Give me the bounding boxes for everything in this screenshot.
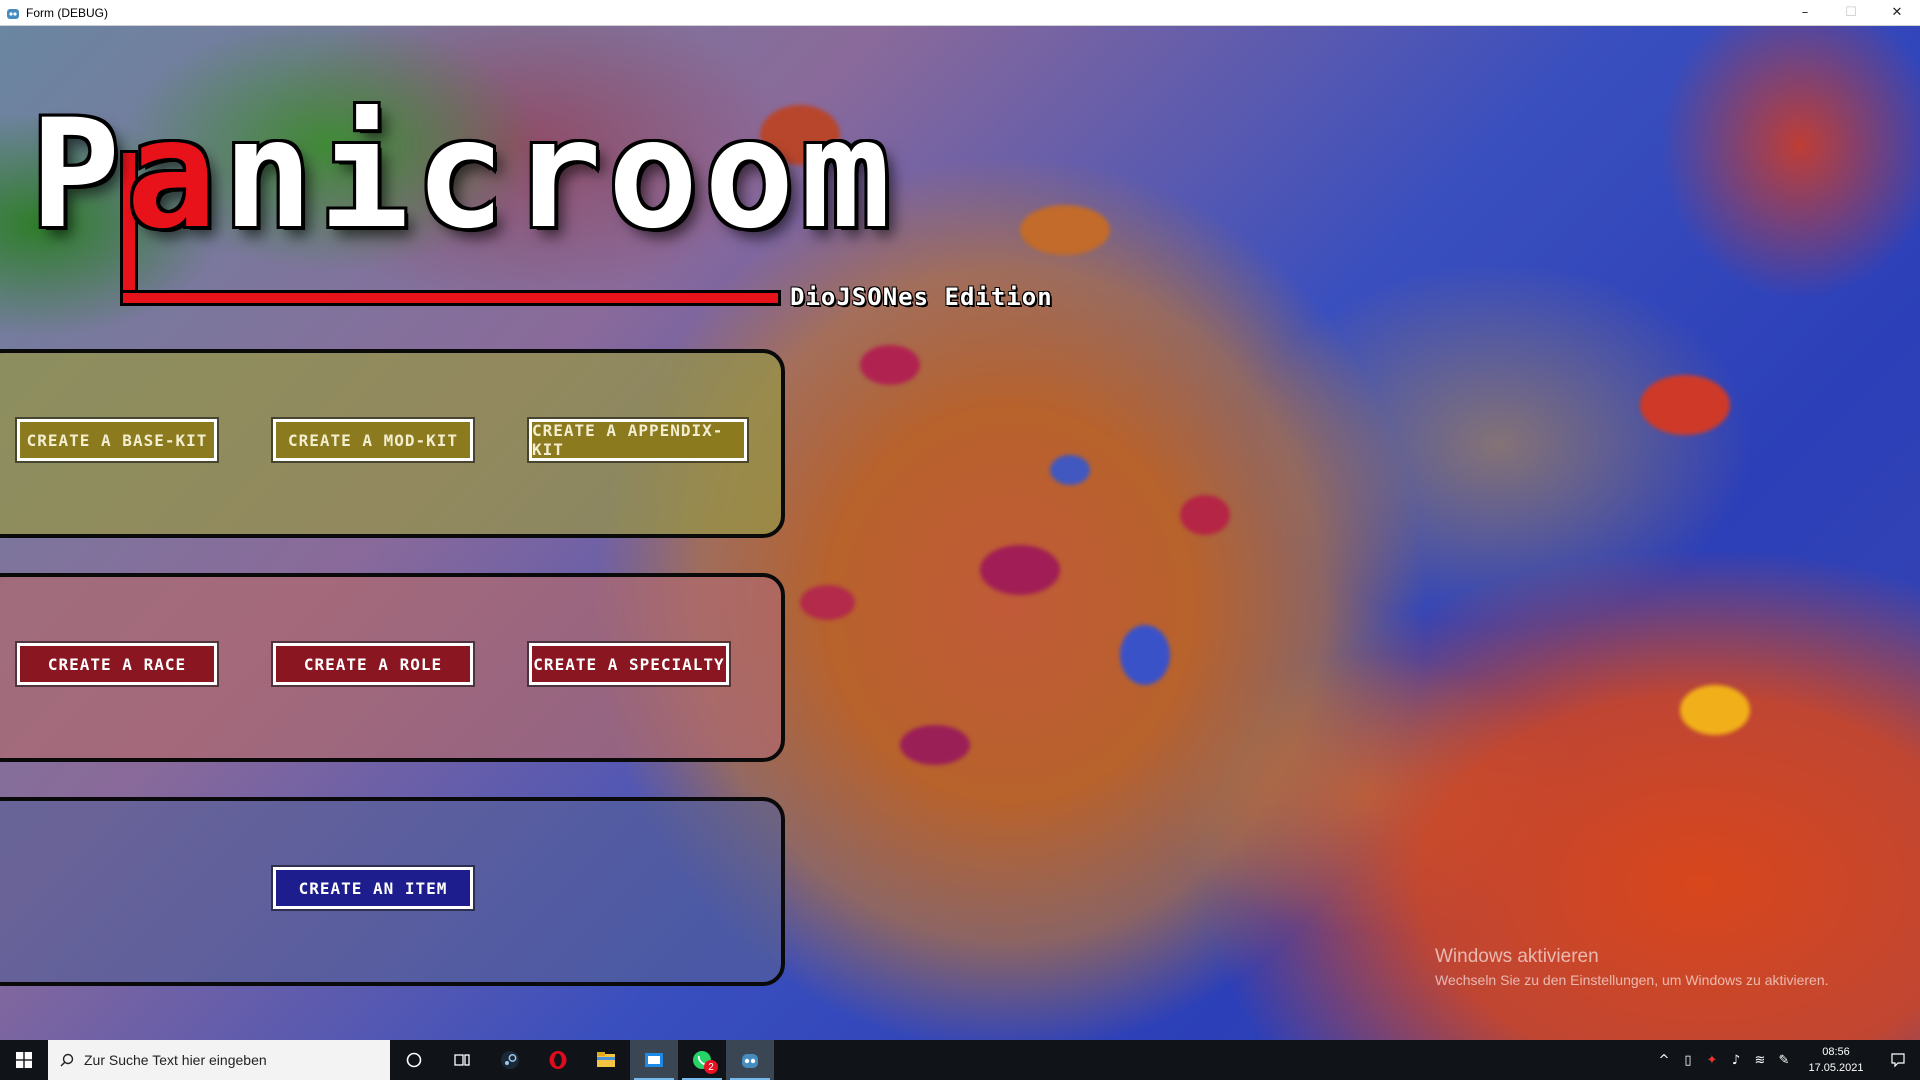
network-icon[interactable]: ≋ — [1748, 1040, 1772, 1080]
taskbar-clock[interactable]: 08:56 17.05.2021 — [1796, 1044, 1876, 1076]
app-window-taskbar-button[interactable] — [630, 1040, 678, 1080]
create-item-button[interactable]: CREATE AN ITEM — [271, 865, 475, 911]
steam-icon — [501, 1051, 519, 1069]
system-tray: ^ ▯ ✦ ♪ ≋ ✎ 08:56 17.05.2021 — [1652, 1040, 1920, 1080]
minimize-button[interactable]: – — [1782, 0, 1828, 25]
panicroom-logo: Panicroom — [27, 97, 897, 253]
create-race-button[interactable]: CREATE A RACE — [15, 641, 219, 687]
windows-logo-icon — [16, 1052, 32, 1068]
cortana-icon — [406, 1052, 422, 1068]
notification-icon — [1891, 1053, 1905, 1068]
edition-label: DioJSONes Edition — [790, 283, 1053, 311]
dropbox-icon[interactable]: ✦ — [1700, 1040, 1724, 1080]
cortana-button[interactable] — [390, 1040, 438, 1080]
search-icon — [60, 1053, 74, 1067]
logo-letter-a: a — [123, 88, 223, 262]
logo-underline — [120, 290, 781, 306]
create-appendix-kit-button[interactable]: CREATE A APPENDIX-KIT — [527, 417, 749, 463]
taskbar: Zur Suche Text hier eingeben 2 ^ ▯ ✦ ♪ ≋… — [0, 1040, 1920, 1080]
opera-icon — [549, 1051, 567, 1069]
show-hidden-icons-chevron-up-icon[interactable]: ^ — [1652, 1040, 1676, 1080]
start-button[interactable] — [0, 1040, 48, 1080]
opera-taskbar-button[interactable] — [534, 1040, 582, 1080]
volume-icon[interactable]: ♪ — [1724, 1040, 1748, 1080]
create-role-button[interactable]: CREATE A ROLE — [271, 641, 475, 687]
taskbar-search-box[interactable]: Zur Suche Text hier eingeben — [48, 1040, 390, 1080]
create-mod-kit-button[interactable]: CREATE A MOD-KIT — [271, 417, 475, 463]
task-view-button[interactable] — [438, 1040, 486, 1080]
action-center-button[interactable] — [1876, 1040, 1920, 1080]
device-icon[interactable]: ▯ — [1676, 1040, 1700, 1080]
create-specialty-button[interactable]: CREATE A SPECIALTY — [527, 641, 731, 687]
window-title: Form (DEBUG) — [26, 5, 108, 20]
pen-icon[interactable]: ✎ — [1772, 1040, 1796, 1080]
window-title-bar: Form (DEBUG) – ☐ ✕ — [0, 0, 1920, 26]
whatsapp-taskbar-button[interactable]: 2 — [678, 1040, 726, 1080]
windows-activation-watermark: Windows aktivieren Wechseln Sie zu den E… — [1435, 946, 1829, 988]
godot-taskbar-button[interactable] — [726, 1040, 774, 1080]
file-explorer-taskbar-button[interactable] — [582, 1040, 630, 1080]
create-base-kit-button[interactable]: CREATE A BASE-KIT — [15, 417, 219, 463]
close-button[interactable]: ✕ — [1874, 0, 1920, 25]
steam-taskbar-button[interactable] — [486, 1040, 534, 1080]
watermark-title: Windows aktivieren — [1435, 946, 1599, 967]
clock-time: 08:56 — [1822, 1046, 1850, 1058]
logo-rest: nicroom — [220, 88, 897, 262]
notification-badge: 2 — [704, 1060, 718, 1074]
file-explorer-icon — [597, 1052, 615, 1067]
app-window-icon — [645, 1053, 663, 1067]
logo-letter-p: P — [27, 88, 127, 262]
maximize-button[interactable]: ☐ — [1828, 0, 1874, 25]
search-placeholder: Zur Suche Text hier eingeben — [84, 1052, 267, 1068]
task-view-icon — [454, 1054, 470, 1066]
godot-app-icon — [7, 8, 19, 19]
godot-icon — [742, 1054, 758, 1068]
watermark-subtitle: Wechseln Sie zu den Einstellungen, um Wi… — [1435, 972, 1829, 988]
clock-date: 17.05.2021 — [1808, 1062, 1864, 1074]
